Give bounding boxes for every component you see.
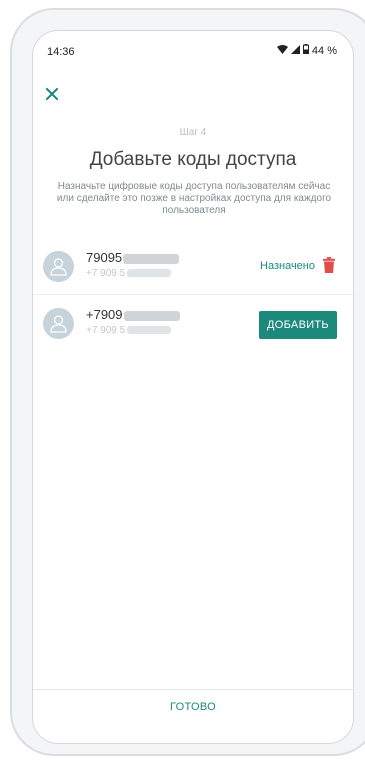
step-label: Шаг 4 <box>179 127 207 138</box>
signal-icon <box>290 44 300 57</box>
user-row: +7909 +7 909 5 ДОБАВИТЬ <box>33 303 353 343</box>
done-button[interactable]: ГОТОВО <box>33 701 353 713</box>
trash-icon[interactable] <box>323 257 335 273</box>
user-phone: +7 909 5 <box>86 325 172 336</box>
wifi-icon <box>276 44 288 57</box>
user-icon <box>50 257 67 276</box>
avatar <box>43 251 74 282</box>
add-code-button[interactable]: ДОБАВИТЬ <box>259 311 337 339</box>
avatar <box>43 308 74 339</box>
user-name: 79095 <box>86 250 180 265</box>
user-icon <box>50 314 67 333</box>
divider <box>33 294 353 295</box>
redacted-number <box>127 269 172 278</box>
user-name: +7909 <box>86 307 180 322</box>
redacted-number <box>123 253 180 264</box>
battery-icon <box>302 44 309 57</box>
assigned-status: Назначено <box>260 260 315 272</box>
close-button[interactable] <box>41 83 63 105</box>
user-phone: +7 909 5 <box>86 268 172 279</box>
app-screen: 14:36 44 % Шаг 4 Добавьте коды доступа Н… <box>32 30 354 744</box>
close-icon <box>46 88 58 100</box>
status-icons: 44 % <box>276 44 337 57</box>
page-title: Добавьте коды доступа <box>89 149 297 170</box>
footer-divider <box>33 689 353 690</box>
redacted-number <box>127 326 172 335</box>
redacted-number <box>123 310 180 321</box>
user-row: 79095 +7 909 5 Назначено <box>33 246 353 286</box>
status-time: 14:36 <box>47 46 75 58</box>
status-bar: 14:36 44 % <box>33 31 353 73</box>
battery-percent: 44 % <box>311 44 337 57</box>
page-subtitle: Назначьте цифровые коды доступа пользова… <box>56 181 332 216</box>
